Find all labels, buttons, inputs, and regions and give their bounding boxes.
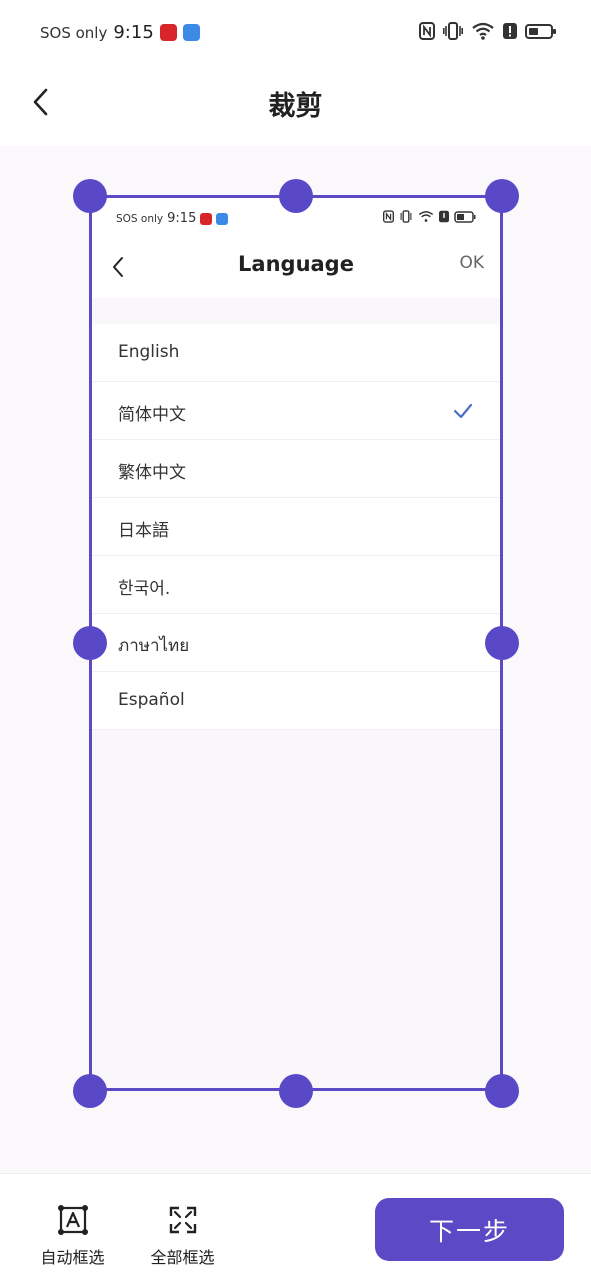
crop-handle-bottom-left[interactable] <box>73 1074 107 1108</box>
next-button[interactable]: 下一步 <box>375 1198 564 1261</box>
crop-handle-middle-left[interactable] <box>73 626 107 660</box>
notification-app-icon-2 <box>182 24 200 41</box>
wifi-icon <box>472 22 494 40</box>
crop-handle-bottom-center[interactable] <box>279 1074 313 1108</box>
auto-select-icon <box>57 1205 88 1235</box>
status-left: SOS only 9:15 <box>40 22 200 43</box>
crop-handle-middle-right[interactable] <box>485 626 519 660</box>
select-all-label: 全部框选 <box>150 1248 215 1267</box>
carrier-text: SOS only <box>40 23 108 42</box>
status-bar: SOS only 9:15 <box>0 0 591 66</box>
crop-handle-top-center[interactable] <box>279 179 313 213</box>
select-all-icon <box>169 1206 196 1234</box>
crop-frame[interactable] <box>89 195 503 1091</box>
status-right <box>419 22 556 40</box>
crop-handle-bottom-right[interactable] <box>485 1074 519 1108</box>
page-title: 裁剪 <box>268 91 323 122</box>
alert-icon <box>503 23 517 39</box>
notification-app-icon <box>159 24 177 41</box>
auto-select-label: 自动框选 <box>40 1248 105 1267</box>
header: 裁剪 <box>0 66 591 146</box>
status-time: 9:15 <box>113 22 154 43</box>
battery-icon <box>525 23 556 39</box>
crop-handle-top-right[interactable] <box>485 179 519 213</box>
crop-handle-top-left[interactable] <box>73 179 107 213</box>
select-all-button[interactable]: 全部框选 <box>140 1204 225 1268</box>
auto-select-button[interactable]: 自动框选 <box>30 1204 115 1268</box>
nfc-icon <box>419 22 435 40</box>
vibrate-icon <box>443 22 463 40</box>
